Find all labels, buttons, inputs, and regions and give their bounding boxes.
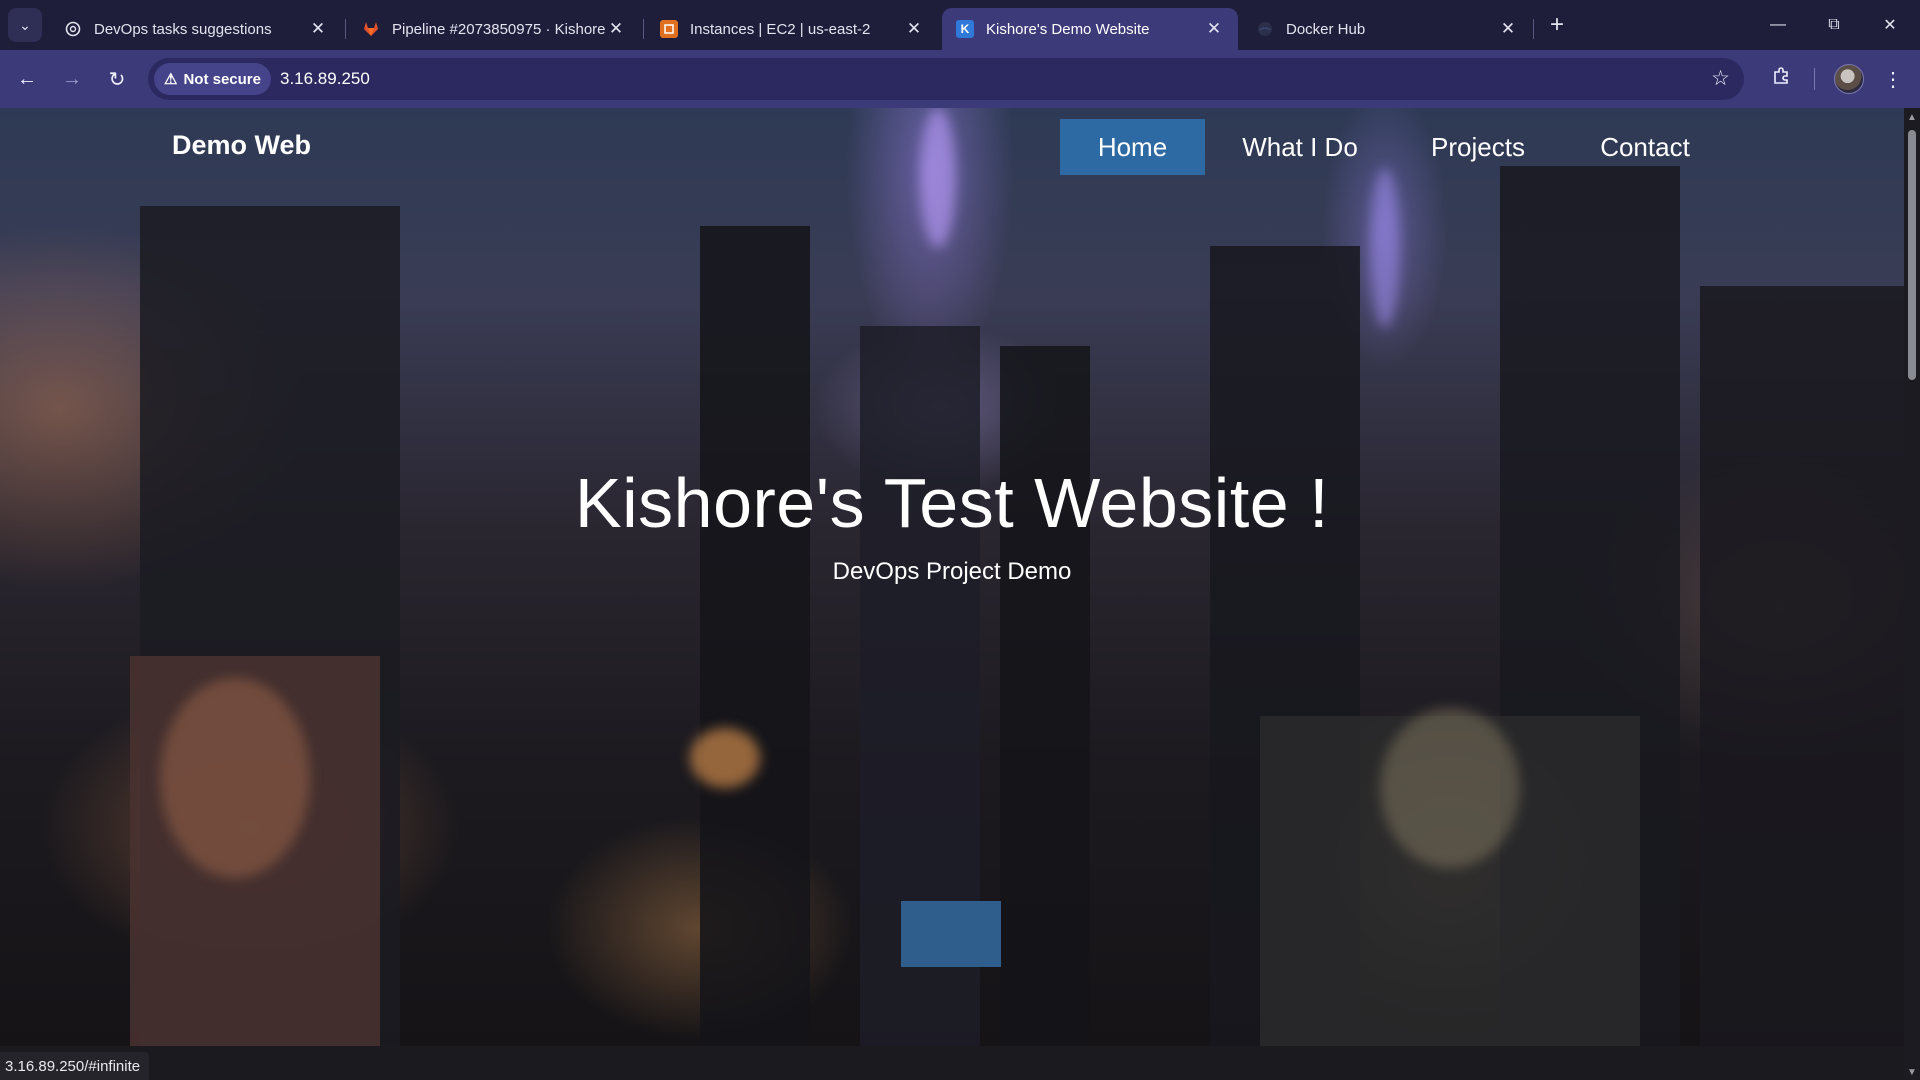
bookmark-star-icon[interactable]: ☆ [1711, 66, 1730, 91]
puzzle-icon [1771, 66, 1791, 92]
close-window-button[interactable]: ✕ [1862, 0, 1918, 50]
extensions-button[interactable] [1764, 62, 1798, 96]
forward-button[interactable]: → [55, 62, 89, 96]
security-label: Not secure [183, 70, 261, 88]
plus-icon: + [1549, 11, 1564, 38]
tab-separator [643, 19, 644, 39]
scroll-up-icon[interactable]: ▲ [1907, 112, 1917, 123]
toolbar-divider [1814, 68, 1815, 90]
tab-title: Pipeline #2073850975 · Kishore [392, 20, 606, 38]
hero-button[interactable] [901, 901, 1001, 967]
tab-title: Docker Hub [1286, 20, 1366, 38]
tab-title: Instances | EC2 | us-east-2 [690, 20, 871, 38]
background-building [1700, 286, 1904, 1046]
back-button[interactable]: ← [10, 62, 44, 96]
new-tab-button[interactable]: + [1542, 10, 1572, 40]
tab-kishore-demo-website[interactable]: K Kishore's Demo Website ✕ [942, 8, 1238, 50]
web-page: Demo Web Home What I Do Projects Contact… [0, 108, 1904, 1046]
openai-icon [64, 20, 82, 38]
reload-button[interactable]: ↻ [100, 62, 134, 96]
restore-icon: ⧉ [1828, 16, 1840, 33]
page-bottom-strip [0, 1046, 1904, 1080]
arrow-right-icon: → [62, 67, 82, 90]
nav-contact[interactable]: Contact [1588, 119, 1702, 175]
warning-icon: ⚠ [164, 71, 178, 88]
arrow-left-icon: ← [17, 67, 37, 90]
tab-separator [345, 19, 346, 39]
docker-icon [1256, 20, 1274, 38]
site-info-chip[interactable]: ⚠ Not secure [154, 63, 271, 95]
chevron-down-icon: ⌄ [19, 16, 31, 33]
tab-search-button[interactable]: ⌄ [8, 8, 42, 42]
close-icon[interactable]: ✕ [308, 19, 328, 39]
menu-button[interactable]: ⋮ [1876, 62, 1910, 96]
browser-toolbar: ← → ↻ ⚠ Not secure 3.16.89.250 ☆ ⋮ [0, 50, 1920, 109]
background-light [690, 728, 760, 788]
background-building [700, 226, 810, 1046]
site-brand[interactable]: Demo Web [172, 130, 311, 161]
close-icon[interactable]: ✕ [1498, 19, 1518, 39]
close-icon[interactable]: ✕ [606, 19, 626, 39]
k-icon: K [956, 20, 974, 38]
tab-pipeline[interactable]: Pipeline #2073850975 · Kishore ✕ [348, 8, 640, 50]
tab-ec2-instances[interactable]: Instances | EC2 | us-east-2 ✕ [646, 8, 938, 50]
url-text[interactable]: 3.16.89.250 [280, 69, 370, 89]
tab-separator [1533, 19, 1534, 39]
minimize-icon: — [1770, 16, 1786, 33]
nav-projects[interactable]: Projects [1420, 119, 1536, 175]
background-light [1370, 168, 1400, 328]
restore-button[interactable]: ⧉ [1806, 0, 1862, 50]
reload-icon: ↻ [108, 68, 126, 91]
background-light [160, 678, 310, 878]
more-vert-icon: ⋮ [1883, 68, 1903, 91]
tab-docker-hub[interactable]: Docker Hub ✕ [1242, 8, 1532, 50]
scroll-down-icon[interactable]: ▼ [1907, 1067, 1917, 1078]
hero-subtitle: DevOps Project Demo [832, 558, 1072, 585]
tab-devops-tasks[interactable]: DevOps tasks suggestions ✕ [50, 8, 342, 50]
tab-title: DevOps tasks suggestions [94, 20, 272, 38]
link-status-bubble: 3.16.89.250/#infinite [0, 1052, 150, 1080]
background-building [1000, 346, 1090, 1046]
gitlab-icon [362, 20, 380, 38]
close-icon: ✕ [1883, 17, 1897, 34]
scrollbar-thumb[interactable] [1908, 130, 1916, 380]
nav-what-i-do[interactable]: What I Do [1228, 119, 1372, 175]
close-icon[interactable]: ✕ [904, 19, 924, 39]
background-light [1380, 708, 1520, 868]
nav-home[interactable]: Home [1060, 119, 1205, 175]
tab-title: Kishore's Demo Website [986, 20, 1150, 38]
hero-title: Kishore's Test Website ! [574, 464, 1330, 542]
tab-strip: ⌄ DevOps tasks suggestions ✕ Pipeline #2… [0, 0, 1920, 50]
page-scrollbar[interactable]: ▲ ▼ [1904, 108, 1920, 1080]
minimize-button[interactable]: — [1750, 0, 1806, 50]
aws-ec2-icon [660, 20, 678, 38]
profile-avatar[interactable] [1834, 64, 1864, 94]
background-light [920, 108, 956, 248]
address-bar[interactable]: ⚠ Not secure 3.16.89.250 ☆ [148, 58, 1744, 100]
close-icon[interactable]: ✕ [1204, 19, 1224, 39]
